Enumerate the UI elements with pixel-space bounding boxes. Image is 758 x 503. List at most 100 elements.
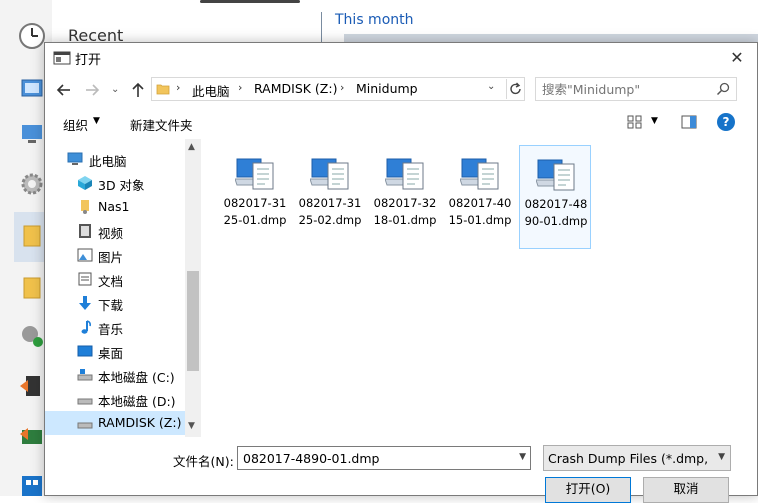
command-bar: 组织 ▼ 新建文件夹 ▼ ? (45, 111, 757, 137)
nav-item-ramdisk-z[interactable]: RAMDISK (Z:) (45, 411, 187, 435)
nav-item-nas1[interactable]: Nas1 (45, 195, 187, 219)
breadcrumb-minidump[interactable]: Minidump (356, 81, 418, 96)
help-icon[interactable]: ? (717, 113, 735, 131)
filetype-value: Crash Dump Files (*.dmp, *.h (548, 451, 712, 466)
filename-field[interactable]: 082017-4890-01.dmp ▼ (237, 446, 531, 470)
new-folder-button[interactable]: 新建文件夹 (130, 115, 193, 134)
breadcrumb-separator-icon[interactable]: › (340, 81, 344, 94)
pictures-icon (77, 248, 93, 262)
drive-icon (77, 422, 93, 429)
file-name: 082017-3125-01.dmp (223, 196, 287, 227)
nav-item-label: 3D 对象 (98, 178, 145, 193)
close-button[interactable]: ✕ (717, 43, 757, 73)
nav-item-desktop[interactable]: 桌面 (45, 339, 187, 363)
nav-item-label: 视频 (98, 226, 124, 241)
nav-item-label: 图片 (98, 250, 124, 265)
up-arrow-icon[interactable] (129, 80, 147, 100)
breadcrumb-ramdisk[interactable]: RAMDISK (Z:) (254, 81, 337, 96)
scroll-up-icon[interactable]: ▲ (188, 142, 195, 152)
file-item[interactable]: 082017-4015-01.dmp (444, 145, 516, 249)
download-icon (79, 296, 91, 310)
back-arrow-icon[interactable] (55, 81, 73, 99)
open-file-dialog: 打开 ✕ ⌄ › 此电脑 › RAMDISK (Z:) › Minidump ⌄ (44, 42, 758, 503)
refresh-icon[interactable] (506, 79, 525, 99)
crash-dump-file-icon (310, 158, 349, 190)
crash-dump-file-icon (460, 158, 499, 190)
breadcrumb-separator-icon[interactable]: › (238, 81, 242, 94)
nav-item-videos[interactable]: 视频 (45, 219, 187, 243)
nav-item-this-pc[interactable]: 此电脑 (45, 147, 187, 171)
clock-icon[interactable] (18, 22, 46, 50)
dialog-titlebar[interactable]: 打开 ✕ (45, 43, 757, 73)
forward-arrow-icon[interactable] (83, 81, 101, 99)
nav-item-label: 本地磁盘 (C:) (98, 370, 175, 385)
nav-item-documents[interactable]: 文档 (45, 267, 187, 291)
drive-icon (77, 369, 93, 381)
drive-icon (77, 398, 93, 405)
nav-item-downloads[interactable]: 下载 (45, 291, 187, 315)
chevron-down-icon[interactable]: ▼ (93, 116, 100, 126)
chevron-down-icon[interactable]: ▼ (718, 452, 725, 462)
nav-item-local-disk-c[interactable]: 本地磁盘 (C:) (45, 363, 187, 387)
search-box[interactable] (535, 77, 737, 101)
nav-item-label: 本地磁盘 (D:) (98, 394, 176, 409)
file-item[interactable]: 082017-3125-01.dmp (219, 145, 291, 249)
file-name: 082017-4015-01.dmp (448, 196, 512, 227)
nav-item-3d-objects[interactable]: 3D 对象 (45, 171, 187, 195)
dialog-app-icon (53, 51, 71, 65)
address-dropdown-icon[interactable]: ⌄ (487, 81, 501, 92)
navigation-pane: 此电脑 3D 对象 Nas1 视频 图片 文档 下载 音乐 桌面 本地磁盘 (C… (45, 139, 201, 437)
nav-item-label: 此电脑 (89, 154, 127, 169)
nav-item-label: 桌面 (98, 346, 124, 361)
arrow-tool-icon[interactable] (18, 372, 46, 400)
recent-locations-chevron-icon[interactable]: ⌄ (111, 81, 123, 99)
crash-dump-file-icon (235, 158, 274, 190)
video-icon (79, 224, 91, 238)
nav-scrollbar[interactable]: ▲ ▼ (185, 139, 201, 437)
folder-icon (156, 84, 170, 95)
organize-menu[interactable]: 组织 (63, 115, 88, 134)
nav-item-local-disk-d[interactable]: 本地磁盘 (D:) (45, 387, 187, 411)
chip-icon[interactable] (18, 422, 46, 450)
filename-label: 文件名(N): (173, 454, 234, 469)
filetype-select[interactable]: Crash Dump Files (*.dmp, *.h ▼ (543, 445, 731, 471)
nav-item-label: RAMDISK (Z:) (98, 415, 182, 430)
background-section-header: This month (335, 12, 414, 28)
address-bar[interactable]: › 此电脑 › RAMDISK (Z:) › Minidump ⌄ (151, 77, 525, 101)
folder-icon[interactable] (18, 274, 46, 302)
nav-item-label: 音乐 (98, 322, 124, 337)
file-name: 082017-3218-01.dmp (373, 196, 437, 227)
file-item[interactable]: 082017-3218-01.dmp (369, 145, 441, 249)
file-name: 082017-4890-01.dmp (524, 197, 588, 228)
cancel-button[interactable]: 取消 (643, 477, 729, 503)
folder-icon[interactable] (18, 222, 46, 250)
nav-item-pictures[interactable]: 图片 (45, 243, 187, 267)
scroll-down-icon[interactable]: ▼ (188, 421, 195, 431)
chevron-down-icon[interactable]: ▼ (519, 452, 526, 462)
search-input[interactable] (542, 80, 712, 98)
file-name: 082017-3125-02.dmp (298, 196, 362, 227)
file-list: 082017-3125-01.dmp 082017-3125-02.dmp 08… (203, 139, 749, 437)
dialog-title: 打开 (75, 53, 102, 68)
breadcrumb-this-pc[interactable]: 此电脑 (192, 81, 230, 100)
search-icon[interactable] (716, 82, 730, 96)
open-button[interactable]: 打开(O) (545, 477, 631, 503)
crash-dump-file-icon (536, 159, 575, 191)
monitor-icon[interactable] (18, 120, 46, 148)
file-item-selected[interactable]: 082017-4890-01.dmp (519, 145, 591, 249)
chevron-down-icon[interactable]: ▼ (651, 116, 658, 126)
music-icon (81, 320, 91, 334)
file-item[interactable]: 082017-3125-02.dmp (294, 145, 366, 249)
preview-pane-icon[interactable] (681, 115, 697, 129)
change-view-icon[interactable] (627, 115, 643, 129)
nav-item-label: 文档 (98, 274, 124, 289)
gear-icon[interactable] (18, 170, 46, 198)
3d-objects-icon (78, 176, 92, 190)
scrollbar-thumb[interactable] (187, 271, 199, 371)
breadcrumb-separator-icon[interactable]: › (176, 81, 180, 94)
nav-item-music[interactable]: 音乐 (45, 315, 187, 339)
desktop-icon (77, 345, 93, 357)
settings-tool-icon[interactable] (18, 322, 46, 350)
drive-icon[interactable] (18, 74, 46, 102)
filename-value[interactable]: 082017-4890-01.dmp (243, 451, 379, 466)
